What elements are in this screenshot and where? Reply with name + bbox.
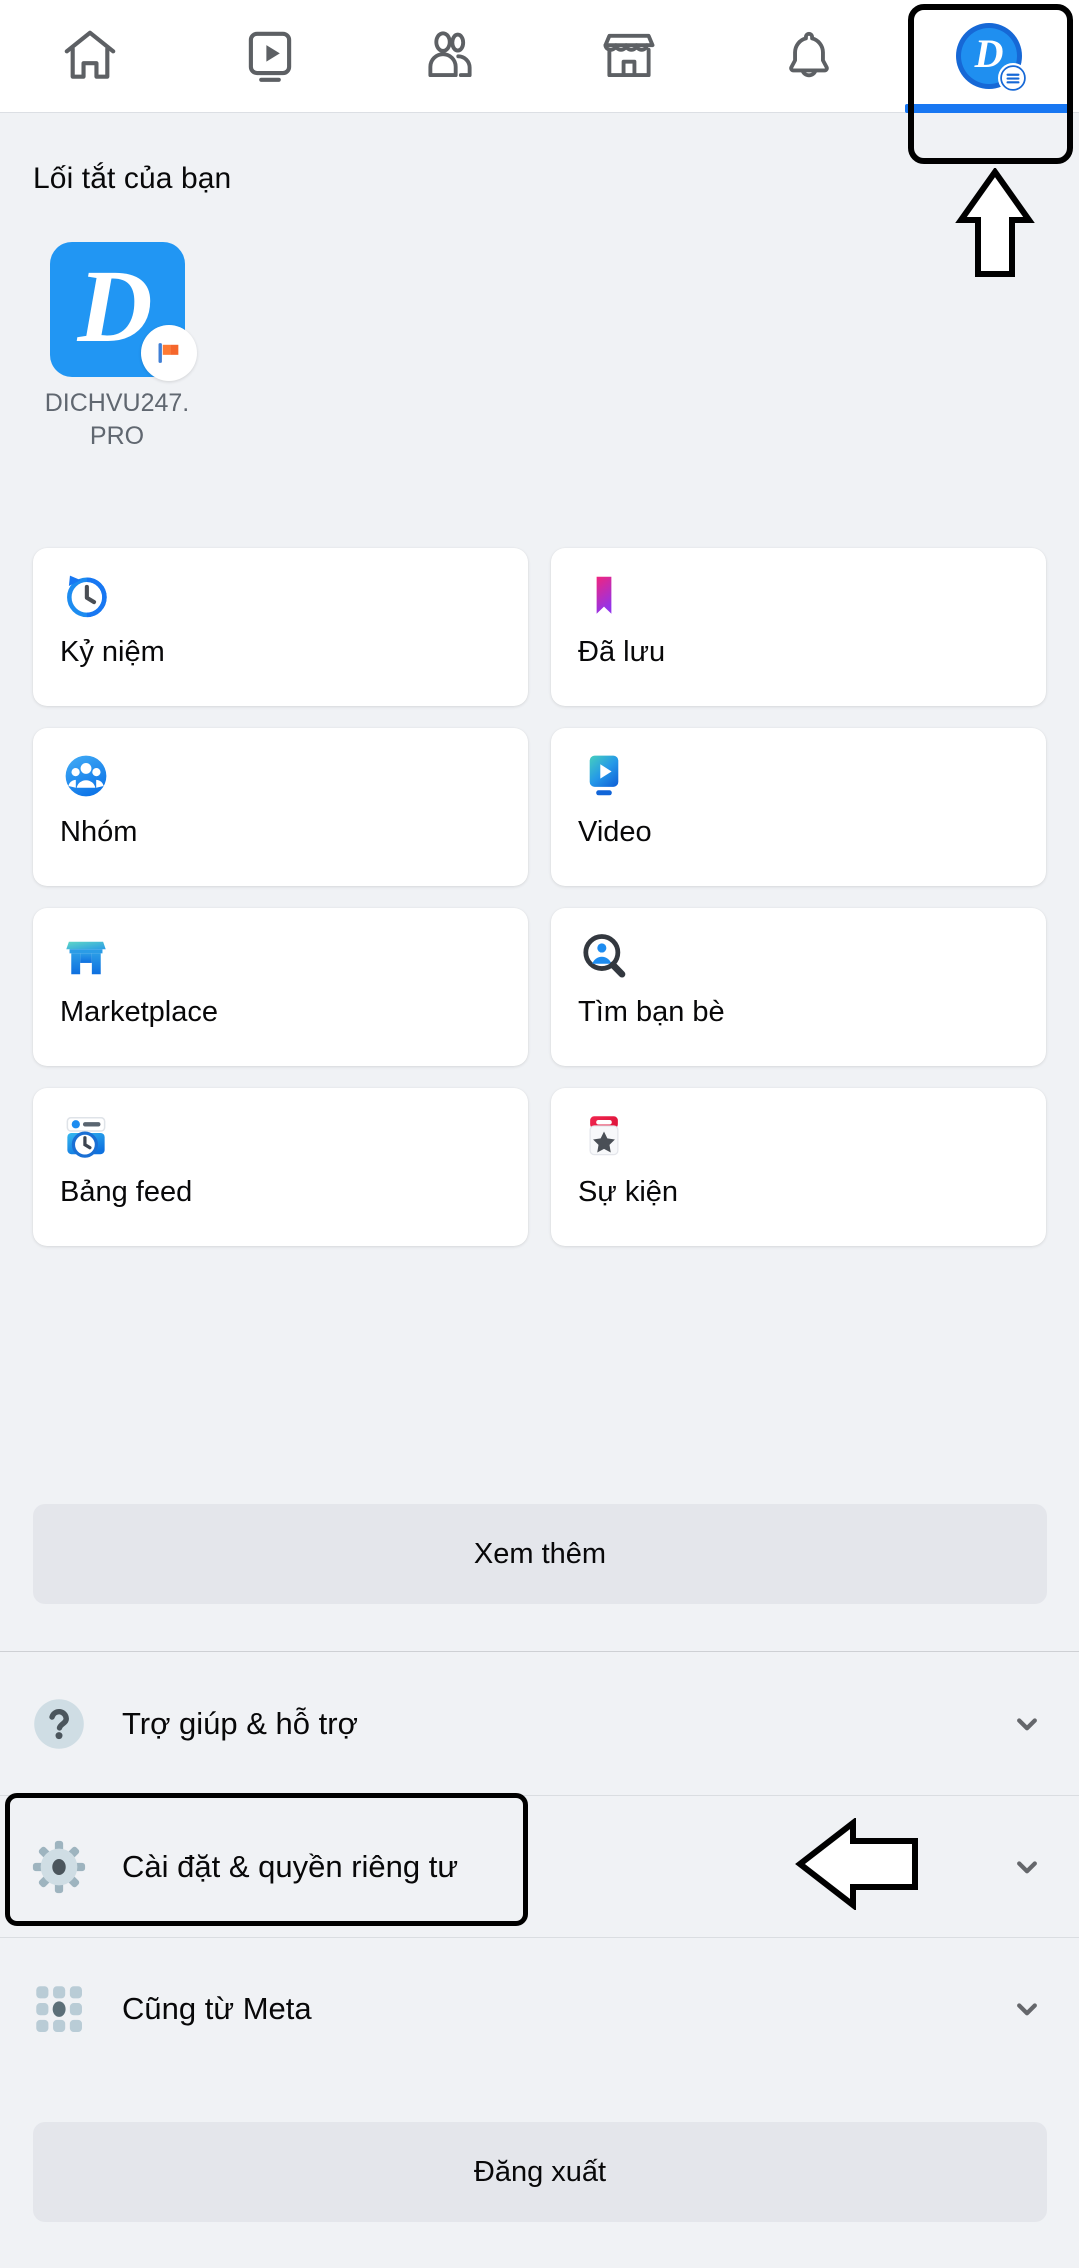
avatar-arrow-up [955, 166, 1035, 285]
saved-bookmark-icon [578, 570, 630, 622]
list-item-label: Trợ giúp & hỗ trợ [122, 1706, 358, 1741]
shortcuts-section-title: Lối tắt của bạn [33, 162, 232, 195]
events-calendar-icon [578, 1110, 630, 1162]
shortcut-item-dichvu247[interactable]: D DICHVU247. PRO [28, 242, 206, 452]
list-item-label: Cũng từ Meta [122, 1991, 312, 2026]
nav-tab-video[interactable] [180, 0, 360, 113]
menu-card-grid: Kỷ niệm Đã lưu Nhóm Video Marketplace Tì… [33, 548, 1047, 1246]
nav-tab-home[interactable] [0, 0, 180, 113]
feeds-icon [60, 1110, 112, 1162]
chevron-down-icon[interactable] [1005, 1992, 1049, 2026]
facebook-menu-screen: D Lối tắt của bạn D DICHVU247. PRO Kỷ ni… [0, 0, 1079, 2268]
question-mark-icon [28, 1693, 90, 1755]
menu-card-label: Sự kiện [578, 1176, 679, 1208]
profile-avatar-icon: D [956, 23, 1029, 93]
page-flag-icon [140, 325, 197, 381]
hamburger-menu-badge-icon [998, 63, 1029, 93]
menu-card-events[interactable]: Sự kiện [551, 1088, 1046, 1246]
list-item-help-support[interactable]: Trợ giúp & hỗ trợ [0, 1653, 1079, 1795]
marketplace-icon [598, 25, 660, 87]
menu-card-saved[interactable]: Đã lưu [551, 548, 1046, 706]
see-more-button[interactable]: Xem thêm [33, 1504, 1047, 1604]
memories-clock-icon [60, 570, 112, 622]
menu-card-label: Bảng feed [60, 1176, 193, 1208]
meta-apps-grid-icon [28, 1978, 90, 2040]
nav-tab-menu-profile[interactable]: D [899, 0, 1079, 113]
menu-card-label: Tìm bạn bè [578, 996, 725, 1028]
menu-card-label: Marketplace [60, 996, 218, 1028]
top-navigation-bar: D [0, 0, 1079, 113]
chevron-down-icon[interactable] [1005, 1850, 1049, 1884]
menu-card-label: Video [578, 816, 652, 848]
list-item-label: Cài đặt & quyền riêng tư [122, 1849, 459, 1884]
list-item-settings-privacy[interactable]: Cài đặt & quyền riêng tư [0, 1796, 1079, 1938]
list-item-also-from-meta[interactable]: Cũng từ Meta [0, 1938, 1079, 2080]
friends-icon [419, 25, 481, 87]
logout-button[interactable]: Đăng xuất [33, 2122, 1047, 2222]
video-icon [239, 25, 301, 87]
menu-card-groups[interactable]: Nhóm [33, 728, 528, 886]
menu-card-marketplace[interactable]: Marketplace [33, 908, 528, 1066]
nav-tab-friends[interactable] [360, 0, 540, 113]
home-icon [59, 25, 121, 87]
shortcut-page-letter: D [77, 248, 153, 364]
groups-icon [60, 750, 112, 802]
menu-card-feeds[interactable]: Bảng feed [33, 1088, 528, 1246]
menu-card-find-friends[interactable]: Tìm bạn bè [551, 908, 1046, 1066]
bell-icon [778, 25, 840, 87]
menu-card-label: Nhóm [60, 816, 138, 848]
nav-tab-marketplace[interactable] [539, 0, 719, 113]
video-play-icon [578, 750, 630, 802]
section-divider [0, 1651, 1079, 1652]
marketplace-shop-icon [60, 930, 112, 982]
shortcut-thumbnail: D [49, 242, 197, 381]
gear-icon [28, 1836, 90, 1898]
menu-card-video[interactable]: Video [551, 728, 1046, 886]
menu-card-label: Đã lưu [578, 636, 666, 668]
chevron-down-icon[interactable] [1005, 1707, 1049, 1741]
menu-card-memories[interactable]: Kỷ niệm [33, 548, 528, 706]
nav-tab-notifications[interactable] [719, 0, 899, 113]
find-friends-search-icon [578, 930, 630, 982]
menu-card-label: Kỷ niệm [60, 636, 165, 668]
shortcut-label: DICHVU247. PRO [44, 389, 190, 450]
